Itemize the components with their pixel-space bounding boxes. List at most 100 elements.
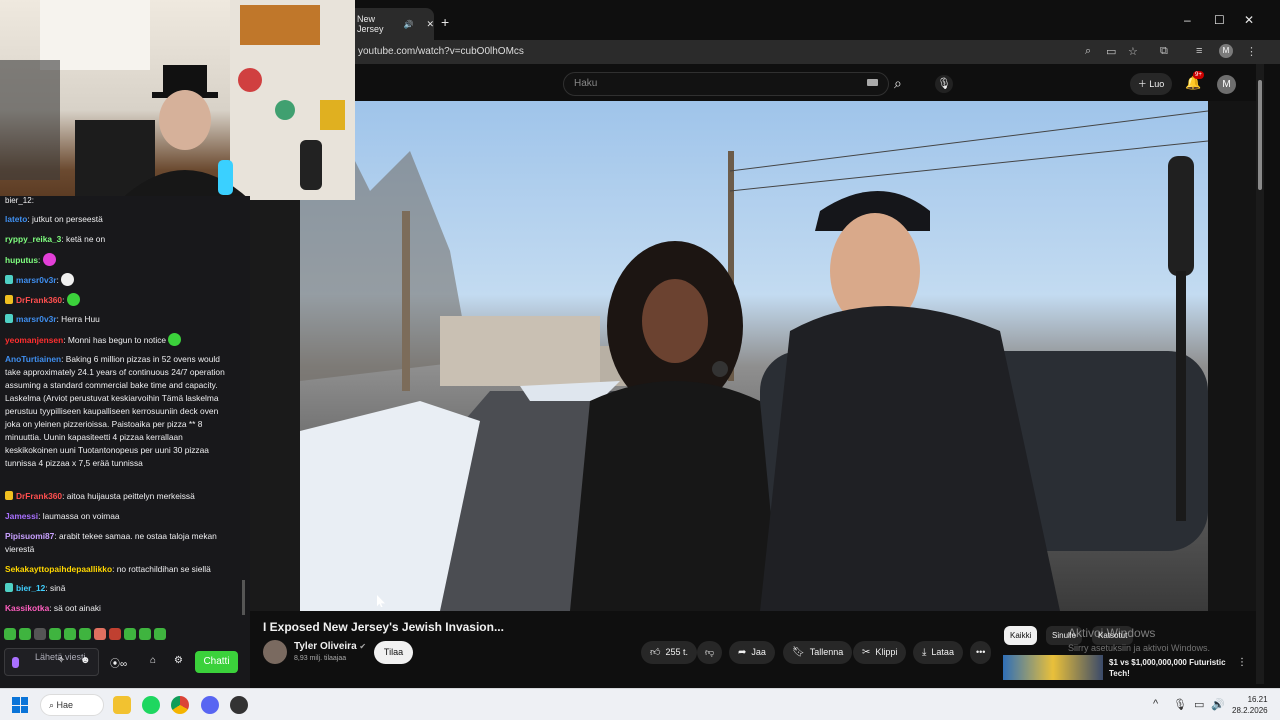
streamer-face — [159, 90, 211, 150]
emote-icon[interactable] — [19, 628, 31, 640]
tray-chevron-icon[interactable]: ^ — [1153, 698, 1158, 710]
chat-clipped-top: bier_12: — [5, 196, 34, 205]
chat-message: Kassikotka: sä oot ainaki — [5, 603, 101, 613]
emote-icon[interactable] — [109, 628, 121, 640]
keyboard-icon[interactable] — [867, 79, 878, 86]
minimize-button[interactable]: – — [1184, 13, 1191, 27]
save-button[interactable]: 🔖︎ Tallenna — [783, 641, 853, 664]
clip-label: Klippi — [875, 647, 898, 657]
chat-send-button[interactable]: Chatti — [195, 651, 238, 673]
tray-mic-icon[interactable]: 🎙 — [1173, 698, 1187, 711]
chat-mic-icon[interactable] — [12, 657, 19, 668]
microphone-icon[interactable]: 🎙 — [935, 75, 953, 93]
chat-text: jutkut on perseestä — [32, 214, 103, 224]
chat-username[interactable]: yeomanjensen — [5, 335, 63, 345]
chat-username[interactable]: bier_12 — [16, 583, 45, 593]
discord-icon[interactable] — [201, 696, 219, 714]
emote-icon[interactable] — [94, 628, 106, 640]
chat-username[interactable]: ryppy_reika_3 — [5, 234, 61, 244]
green-emote-icon — [168, 333, 182, 346]
browser-tab[interactable]: New Jersey 🔊 ✕ — [348, 8, 434, 40]
emote-bar — [4, 628, 166, 640]
tray-network-icon[interactable]: ▭ — [1194, 698, 1204, 711]
like-button[interactable]: 👍︎ 255 t. — [641, 641, 697, 664]
chat-username[interactable]: Sekakayttopaihdepaallikko — [5, 564, 112, 574]
tray-volume-icon[interactable]: 🔊 — [1211, 698, 1225, 711]
emote-icon[interactable] — [34, 628, 46, 640]
youtube-header: Haku ⌕ 🎙 ＋ Luo 🔔 9+ M — [250, 64, 1280, 102]
chat-username[interactable]: huputus — [5, 255, 38, 265]
webcam-frame — [0, 0, 355, 200]
chat-text: laumassa on voimaa — [42, 511, 120, 521]
emote-picker-icon[interactable]: ☻ — [80, 655, 91, 666]
spotify-icon[interactable] — [142, 696, 160, 714]
emote-icon[interactable] — [139, 628, 151, 640]
chrome-icon[interactable] — [171, 696, 189, 714]
subscribe-button[interactable]: Tilaa — [374, 641, 413, 664]
search-icon[interactable]: ⌕ — [894, 75, 902, 92]
windows-activation-title: Aktivoi Windows — [1068, 626, 1156, 640]
zoom-icon[interactable]: ⌕ — [1085, 45, 1091, 58]
chat-username[interactable]: lateto — [5, 214, 27, 224]
emote-icon[interactable] — [79, 628, 91, 640]
emote-icon[interactable] — [49, 628, 61, 640]
chat-username[interactable]: DrFrank360 — [16, 491, 62, 501]
chat-username[interactable]: Kassikotka — [5, 603, 49, 613]
url-field[interactable]: youtube.com/watch?v=cubO0lhOMcs — [358, 46, 524, 57]
bookmark-star-icon[interactable]: ☆ — [1128, 45, 1138, 58]
download-button[interactable]: ⤓ Lataa — [913, 641, 963, 664]
dislike-button[interactable]: 👎︎ — [697, 641, 723, 664]
channel-avatar[interactable] — [263, 640, 287, 664]
chat-username[interactable]: marsr0v3r — [16, 275, 57, 285]
browser-profile-avatar[interactable]: M — [1219, 44, 1233, 58]
share-button[interactable]: ➦ Jaa — [729, 641, 775, 664]
chat-username[interactable]: Pipisuomi87 — [5, 531, 54, 541]
chat-text: aitoa huijausta peittelyn merkeissä — [66, 491, 195, 501]
windows-start-icon[interactable] — [12, 697, 28, 713]
reading-list-icon[interactable]: ≡ — [1196, 45, 1202, 57]
create-button[interactable]: ＋ Luo — [1130, 73, 1172, 95]
browser-menu-icon[interactable]: ⋮ — [1246, 45, 1257, 58]
emote-icon[interactable] — [4, 628, 16, 640]
bookmark-icon: 🔖︎ — [792, 647, 805, 658]
extensions-icon[interactable]: ⧉ — [1160, 45, 1168, 58]
chat-username[interactable]: DrFrank360 — [16, 295, 62, 305]
clock-date: 28.2.2026 — [1232, 706, 1268, 715]
download-label: Lataa — [931, 647, 954, 657]
chat-scrollbar[interactable] — [242, 580, 245, 615]
chat-username[interactable]: marsr0v3r — [16, 314, 57, 324]
chat-text: Monni has begun to notice — [67, 335, 167, 345]
new-tab-button[interactable]: + — [441, 14, 449, 30]
search-input[interactable]: Haku — [563, 72, 889, 96]
chat-text: sä oot ainaki — [53, 603, 101, 613]
chip-all[interactable]: Kaikki — [1004, 626, 1038, 645]
bits-icon[interactable]: ✧ — [57, 655, 65, 666]
gift-icon[interactable]: ⌂ — [150, 655, 156, 666]
kitchen-cabinets — [40, 0, 150, 70]
points-icon[interactable]: ⦿∞ — [110, 655, 127, 670]
more-actions-button[interactable]: ••• — [970, 641, 992, 664]
emote-icon[interactable] — [64, 628, 76, 640]
subscriber-badge-icon — [5, 314, 13, 323]
emote-icon[interactable] — [124, 628, 136, 640]
tab-close-icon[interactable]: ✕ — [426, 19, 434, 30]
taskbar-search[interactable]: ⌕ Hae — [40, 694, 104, 716]
recommended-thumbnail[interactable] — [1003, 655, 1103, 680]
clip-button[interactable]: ✂ Klippi — [853, 641, 907, 664]
file-explorer-icon[interactable] — [113, 696, 131, 714]
video-player[interactable] — [300, 101, 1208, 611]
settings-gear-icon[interactable]: ⚙ — [174, 655, 183, 666]
page-scroll-thumb[interactable] — [1258, 80, 1262, 190]
emote-icon[interactable] — [154, 628, 166, 640]
close-window-button[interactable]: ✕ — [1244, 13, 1254, 27]
channel-name[interactable]: Tyler Oliveira ✔ — [294, 641, 366, 652]
account-avatar[interactable]: M — [1217, 75, 1236, 94]
cast-icon[interactable]: ▭ — [1106, 45, 1116, 58]
recommended-more-icon[interactable]: ⋮ — [1237, 657, 1247, 668]
recommended-title[interactable]: $1 vs $1,000,000,000 Futuristic Tech! — [1109, 657, 1234, 679]
taskbar-clock[interactable]: 16.21 28.2.2026 — [1232, 694, 1268, 716]
chat-username[interactable]: Jamessi — [5, 511, 38, 521]
obs-icon[interactable] — [230, 696, 248, 714]
maximize-button[interactable]: ☐ — [1214, 13, 1225, 27]
chat-username[interactable]: AnoTurtiainen — [5, 354, 61, 364]
